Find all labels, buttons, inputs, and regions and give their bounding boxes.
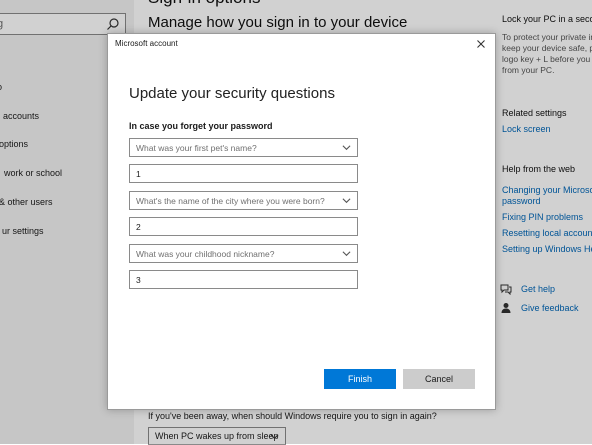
lock-pc-text-4: from your PC. xyxy=(502,65,555,75)
lock-pc-text-3: logo key + L before you xyxy=(502,54,591,64)
feedback-icon xyxy=(501,303,511,313)
security-answer-1-input[interactable]: 1 xyxy=(129,164,358,183)
cancel-button[interactable]: Cancel xyxy=(403,369,475,389)
lock-pc-text-1: To protect your private in xyxy=(502,32,592,42)
dialog-subheading: In case you forget your password xyxy=(129,121,273,131)
require-sign-in-value: When PC wakes up from sleep xyxy=(155,431,279,441)
security-question-1-value: What was your first pet's name? xyxy=(136,143,257,153)
require-sign-in-select[interactable]: When PC wakes up from sleep xyxy=(148,427,286,445)
help-link-change-password-cont[interactable]: password xyxy=(502,196,541,206)
chevron-down-icon xyxy=(342,145,351,151)
security-question-2-value: What's the name of the city where you we… xyxy=(136,196,325,206)
help-link-change-password[interactable]: Changing your Microsoft xyxy=(502,185,592,195)
security-question-3-select[interactable]: What was your childhood nickname? xyxy=(129,244,358,263)
section-title: Manage how you sign in to your device xyxy=(148,14,408,31)
sidebar-item-family-users[interactable]: & other users xyxy=(0,197,53,207)
search-input[interactable]: g xyxy=(0,13,126,35)
sidebar-item-email-accounts[interactable]: accounts xyxy=(3,111,39,121)
help-web-heading: Help from the web xyxy=(502,164,576,174)
sidebar-item-sign-in-options[interactable]: options xyxy=(0,139,28,149)
security-question-3-value: What was your childhood nickname? xyxy=(136,249,275,259)
get-help-link[interactable]: Get help xyxy=(521,284,555,294)
search-placeholder: g xyxy=(0,18,4,30)
finish-button[interactable]: Finish xyxy=(324,369,396,389)
help-link-windows-hello[interactable]: Setting up Windows Hell xyxy=(502,244,592,254)
security-answer-1-value: 1 xyxy=(136,169,141,179)
chevron-down-icon xyxy=(342,198,351,204)
sidebar-item-sync-settings[interactable]: ur settings xyxy=(2,226,44,236)
lock-screen-link[interactable]: Lock screen xyxy=(502,124,551,134)
security-answer-2-value: 2 xyxy=(136,222,141,232)
security-question-1-select[interactable]: What was your first pet's name? xyxy=(129,138,358,157)
help-link-pin[interactable]: Fixing PIN problems xyxy=(502,212,583,222)
page-title: Sign-in options xyxy=(148,0,260,8)
sidebar-item-work-school[interactable]: work or school xyxy=(4,168,62,178)
security-questions-dialog: Microsoft account Update your security q… xyxy=(107,33,496,410)
chevron-down-icon xyxy=(270,434,279,440)
lock-pc-text-2: keep your device safe, pr xyxy=(502,43,592,53)
security-question-2-select[interactable]: What's the name of the city where you we… xyxy=(129,191,358,210)
lock-pc-heading: Lock your PC in a second xyxy=(502,14,592,24)
chevron-down-icon xyxy=(342,251,351,257)
search-icon[interactable] xyxy=(106,17,120,31)
related-settings-heading: Related settings xyxy=(502,108,567,118)
dialog-title: Microsoft account xyxy=(115,39,178,48)
give-feedback-link[interactable]: Give feedback xyxy=(521,303,579,313)
security-answer-3-value: 3 xyxy=(136,275,141,285)
security-answer-3-input[interactable]: 3 xyxy=(129,270,358,289)
sidebar-item-info[interactable]: o xyxy=(0,82,2,92)
close-icon[interactable] xyxy=(475,38,487,50)
security-answer-2-input[interactable]: 2 xyxy=(129,217,358,236)
dialog-heading: Update your security questions xyxy=(129,85,335,102)
require-sign-in-question: If you've been away, when should Windows… xyxy=(148,411,437,421)
help-link-reset-local[interactable]: Resetting local account p xyxy=(502,228,592,238)
get-help-icon xyxy=(500,284,512,295)
